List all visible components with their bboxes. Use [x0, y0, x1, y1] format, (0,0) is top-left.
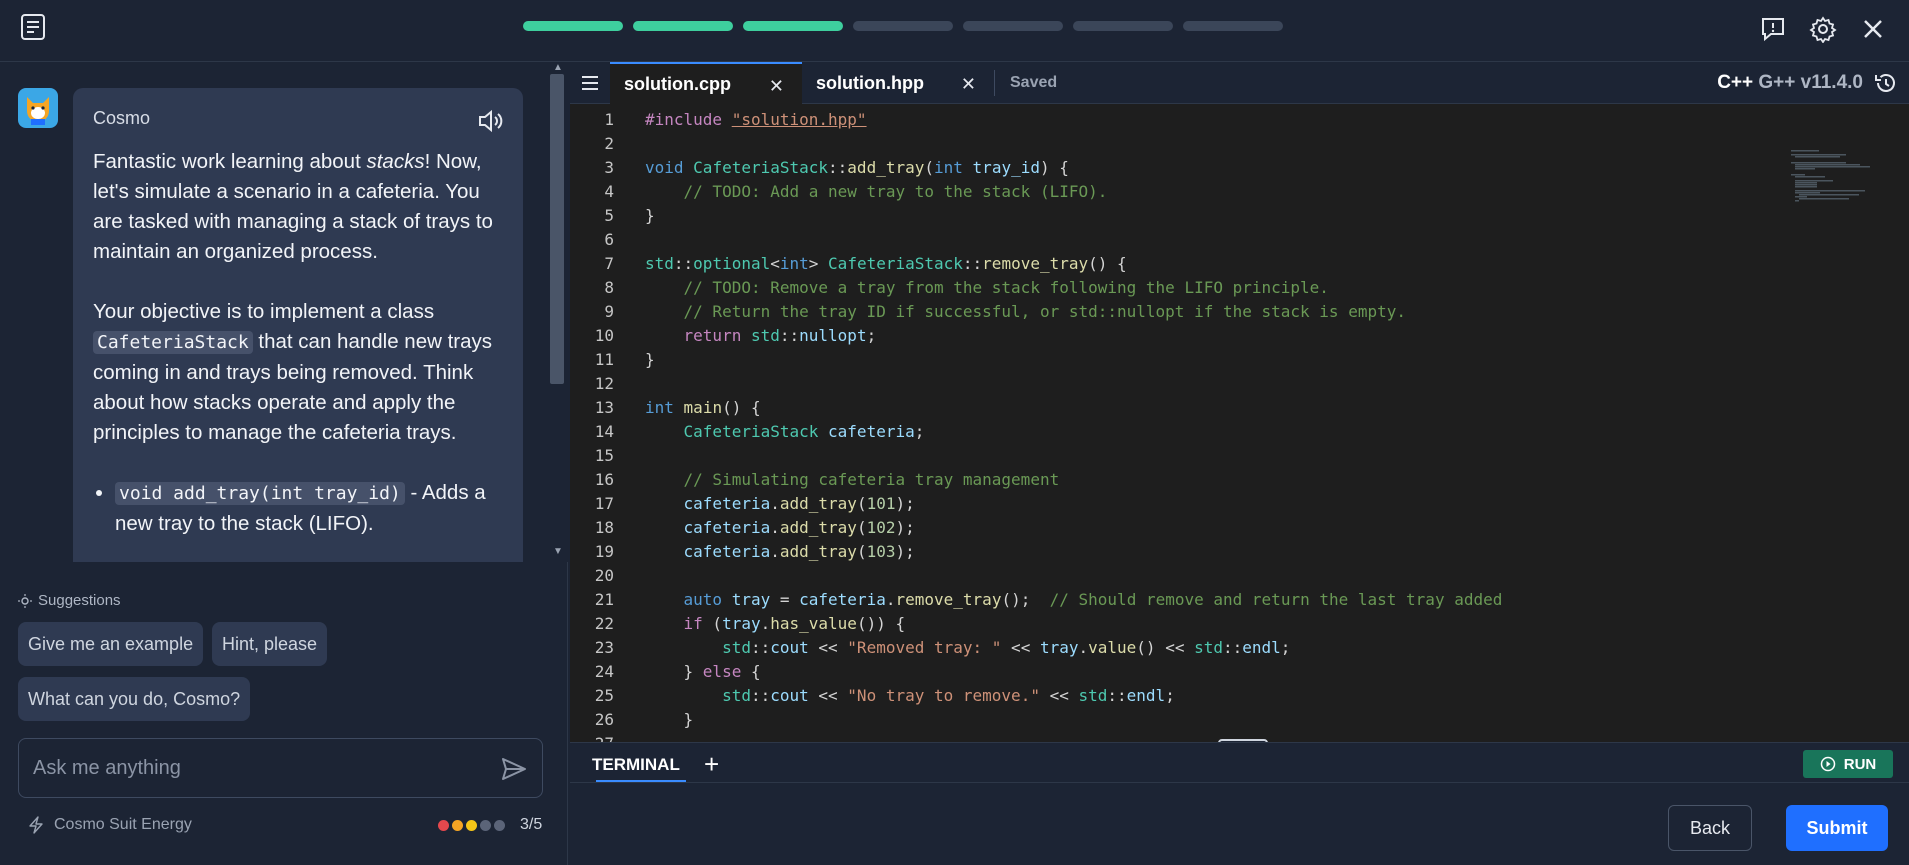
- close-icon[interactable]: [1857, 13, 1889, 45]
- progress-segment: [743, 21, 843, 31]
- progress-segment: [853, 21, 953, 31]
- close-tab-icon[interactable]: ✕: [961, 74, 976, 95]
- bot-name: Cosmo: [93, 108, 151, 128]
- code-line: 12: [594, 374, 614, 393]
- chat-message-bubble: Cosmo Fantastic work learning about stac…: [73, 88, 523, 562]
- inline-code: CafeteriaStack: [93, 331, 253, 354]
- lightbulb-icon: [18, 593, 32, 608]
- editor-tab-bar: solution.cpp ✕ solution.hpp ✕ Saved C++ G+…: [570, 62, 1909, 104]
- ask-input[interactable]: [33, 753, 473, 783]
- code-line: 8 // TODO: Remove a tray from the stack …: [604, 278, 1329, 297]
- close-tab-icon[interactable]: ✕: [769, 76, 784, 97]
- tab-solution-hpp[interactable]: solution.hpp ✕: [802, 62, 994, 104]
- footer: Back Submit: [570, 782, 1909, 865]
- suggestion-chip[interactable]: Give me an example: [18, 622, 204, 666]
- energy-dot: [466, 820, 477, 831]
- lesson-progress: [523, 21, 1283, 31]
- code-line: 23 std::cout << "Removed tray: " << tray…: [594, 638, 1291, 657]
- list-item: void add_tray(int tray_id) - Adds a new …: [115, 478, 503, 539]
- code-line: 14 CafeteriaStack cafeteria;: [594, 422, 925, 441]
- top-bar: [0, 0, 1909, 62]
- language-selector[interactable]: C++ G++ v11.4.0: [1717, 72, 1863, 94]
- cosmo-avatar: [18, 88, 58, 128]
- report-icon[interactable]: [1757, 13, 1789, 45]
- back-button[interactable]: Back: [1668, 805, 1752, 851]
- scroll-thumb[interactable]: [550, 74, 564, 384]
- message-text: Fantastic work learning about stacks! No…: [93, 147, 503, 539]
- code-line: 1 #include "solution.hpp": [604, 110, 867, 129]
- send-icon[interactable]: [500, 755, 528, 783]
- code-line: 18 cafeteria.add_tray(102);: [594, 518, 915, 537]
- code-line: 19 cafeteria.add_tray(103);: [594, 542, 915, 561]
- code-line: 7 std::optional<int> CafeteriaStack::remo…: [604, 254, 1127, 273]
- code-line: 10 return std::nullopt;: [594, 326, 877, 345]
- code-line: 17 cafeteria.add_tray(101);: [594, 494, 915, 513]
- energy-count: 3/5: [520, 816, 543, 833]
- progress-segment: [1183, 21, 1283, 31]
- code-line: 24 } else {: [594, 662, 761, 681]
- ask-box: [18, 738, 543, 798]
- save-status: Saved: [1010, 74, 1058, 91]
- code-line: 4 // TODO: Add a new tray to the stack (…: [604, 182, 1108, 201]
- code-line: 9 // Return the tray ID if successful, o…: [604, 302, 1406, 321]
- energy-dots: [438, 820, 505, 831]
- code-line: 26 }: [594, 710, 694, 729]
- code-line: 16 // Simulating cafeteria tray manageme…: [594, 470, 1060, 489]
- play-icon: [1820, 756, 1835, 772]
- menu-icon[interactable]: [580, 74, 600, 92]
- code-line: 21 auto tray = cafeteria.remove_tray(); …: [594, 590, 1503, 609]
- minimap[interactable]: [1791, 150, 1901, 210]
- code-line: 15: [594, 446, 614, 465]
- code-line: 5}: [604, 206, 655, 225]
- add-terminal-icon[interactable]: +: [704, 749, 719, 780]
- code-line: 6: [604, 230, 614, 249]
- divider: [994, 70, 995, 96]
- energy-dot: [480, 820, 491, 831]
- settings-gear-icon[interactable]: [1807, 13, 1839, 45]
- code-line: 20: [594, 566, 614, 585]
- progress-segment: [1073, 21, 1173, 31]
- document-icon[interactable]: [20, 13, 46, 41]
- energy-dot: [452, 820, 463, 831]
- chat-panel: Cosmo Fantastic work learning about stac…: [0, 62, 568, 865]
- code-line: 25 std::cout << "No tray to remove." << …: [594, 686, 1175, 705]
- code-line: 2: [604, 134, 614, 153]
- chat-scroll-area[interactable]: Cosmo Fantastic work learning about stac…: [0, 62, 568, 562]
- scroll-down-icon[interactable]: ▼: [548, 546, 568, 560]
- progress-segment: [633, 21, 733, 31]
- suggestion-chip[interactable]: Hint, please: [212, 622, 328, 666]
- energy-dot: [494, 820, 505, 831]
- energy-dot: [438, 820, 449, 831]
- code-line: 13 int main() {: [594, 398, 761, 417]
- tab-solution-cpp[interactable]: solution.cpp ✕: [610, 62, 802, 104]
- suggestion-chip[interactable]: What can you do, Cosmo?: [18, 677, 251, 721]
- suggestions-header: Suggestions: [18, 592, 121, 609]
- code-area[interactable]: 1 #include "solution.hpp" 2 3 void Cafeter…: [570, 104, 1909, 742]
- inline-code: void add_tray(int tray_id): [115, 482, 405, 505]
- code-line: 3 void CafeteriaStack::add_tray(int tray_…: [604, 158, 1069, 177]
- energy-label: Cosmo Suit Energy: [28, 816, 192, 834]
- run-button[interactable]: RUN: [1803, 750, 1893, 778]
- scroll-up-icon[interactable]: ▲: [548, 62, 568, 76]
- code-editor: solution.cpp ✕ solution.hpp ✕ Saved C++ G+…: [570, 62, 1909, 742]
- code-line: 22 if (tray.has_value()) {: [594, 614, 906, 633]
- progress-segment: [963, 21, 1063, 31]
- submit-button[interactable]: Submit: [1786, 805, 1888, 851]
- terminal-bar: TERMINAL + RUN: [570, 742, 1909, 783]
- lightning-icon: [29, 816, 43, 834]
- progress-segment: [523, 21, 623, 31]
- code-line: 11}: [594, 350, 655, 369]
- history-icon[interactable]: [1873, 70, 1899, 96]
- tab-terminal[interactable]: TERMINAL: [592, 755, 680, 775]
- speaker-icon[interactable]: [477, 108, 503, 134]
